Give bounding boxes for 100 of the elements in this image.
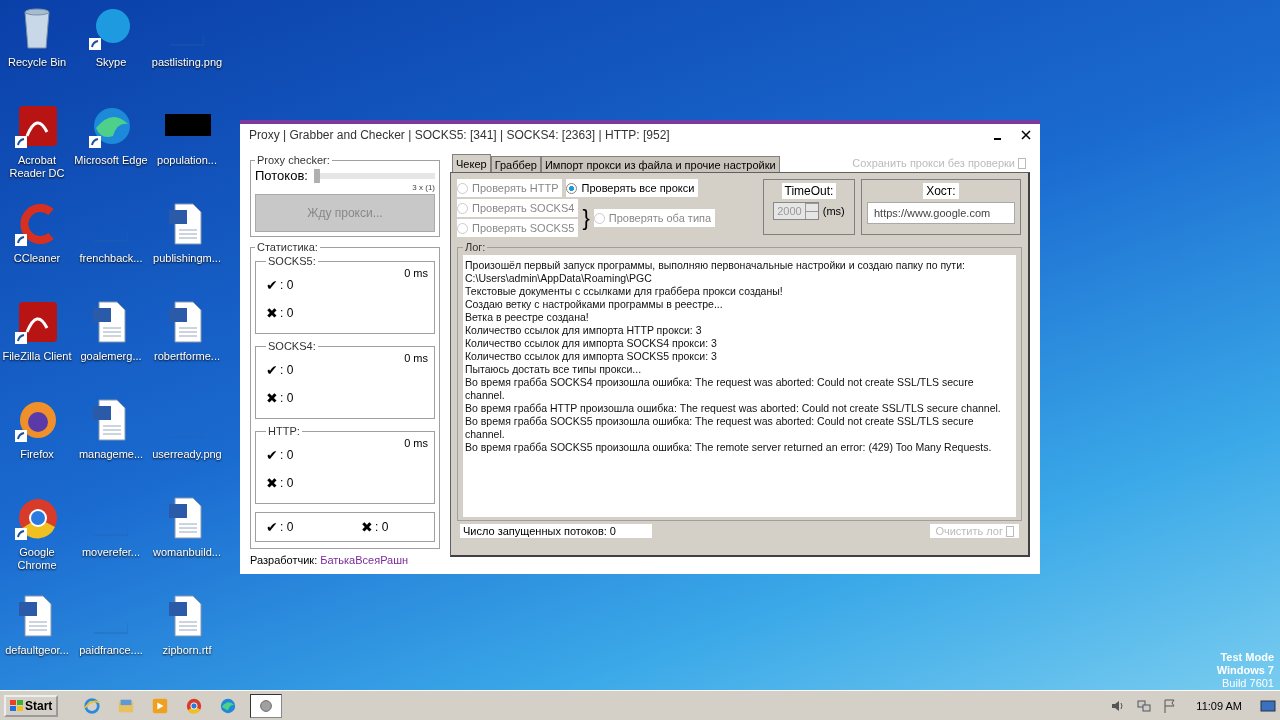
desktop-icon[interactable]: population... [148, 102, 226, 200]
desktop-icon[interactable]: zipborn.rtf [148, 592, 226, 690]
desktop-icon[interactable]: robertforme... [148, 298, 226, 396]
show-desktop-icon[interactable] [1260, 697, 1276, 714]
tab[interactable]: Чекер [452, 154, 491, 172]
log-line: Во время грабба SOCKS5 произошла ошибка: The request was aborted: Could not create SSL/TLS secure channel. [465, 415, 975, 441]
radio-option[interactable]: Проверять все прокси [566, 179, 699, 197]
window-title: Proxy | Grabber and Checker | SOCKS5: [341] | SOCKS4: [2363] | HTTP: [952] [249, 128, 671, 142]
check-mark: ✔ [266, 519, 278, 535]
developer-label: Разработчик: [250, 554, 318, 566]
app-icon [151, 696, 170, 715]
ok-count: : 0 [280, 448, 294, 462]
icon-label: userready.png [152, 448, 222, 461]
desktop-icon[interactable]: frenchback... [74, 200, 148, 298]
start-button[interactable]: Start [4, 694, 59, 717]
taskbar-app[interactable] [250, 693, 283, 718]
ms-reading: 0 ms [404, 267, 428, 279]
desktop-icon[interactable]: defaultgeor... [0, 592, 74, 690]
group-label: SOCKS4: [267, 340, 317, 352]
os-watermark-text: Windows 7 [1216, 664, 1274, 677]
icon-label: paidfrance.... [79, 644, 143, 657]
ok-count: : 0 [280, 278, 294, 292]
desktop-icon[interactable]: Firefox [0, 396, 74, 494]
icon-label: Firefox [20, 448, 54, 461]
os-watermark-text: Test Mode [1220, 651, 1274, 664]
cross-mark: ✖ [266, 390, 278, 406]
icon-label: Microsoft Edge [74, 154, 148, 167]
tab[interactable]: Граббер [490, 156, 541, 172]
windows-logo-icon [10, 700, 23, 711]
desktop-icon[interactable]: pastlisting.png [148, 4, 226, 102]
timeout-label: TimeOut: [781, 183, 837, 199]
desktop-icon[interactable]: manageme... [74, 396, 148, 494]
log-line: Произошёл первый запуск программы, выполняю первоначальные настройки и создаю папку по пути: C:\Users\admin\AppData\Roaming\PGC [465, 259, 966, 285]
fail-count: : 0 [280, 391, 294, 405]
log-line: Количество ссылок для импорта SOCKS5 прокси: 3 [465, 350, 718, 363]
log-line: Создаю ветку с настройками программы в реестре... [465, 298, 724, 311]
log-line: Ветка в реестре создана! [465, 311, 590, 324]
icon-label: Google Chrome [16, 546, 58, 572]
desktop-icon[interactable]: Microsoft Edge [74, 102, 148, 200]
desktop-icon[interactable]: paidfrance.... [74, 592, 148, 690]
host-field[interactable]: https://www.google.com [867, 202, 1015, 224]
desktop-icon[interactable]: Acrobat Reader DC [0, 102, 74, 200]
check-mark: ✔ [266, 277, 278, 293]
host-label: Хост: [923, 183, 959, 199]
check-mark: ✔ [266, 362, 278, 378]
slider-reading: 3 x (1) [411, 183, 435, 192]
icon-label: zipborn.rtf [162, 644, 212, 657]
desktop-icon[interactable]: moverefer... [74, 494, 148, 592]
clock[interactable]: 11:09 AM [1196, 699, 1242, 712]
icon-label: population... [157, 154, 217, 167]
desktop-icon[interactable]: Recycle Bin [0, 4, 74, 102]
desktop-icon[interactable]: Skype [74, 4, 148, 102]
group-label: Лог: [464, 241, 487, 253]
group-label: Proxy checker: [256, 154, 331, 166]
log-line: Количество ссылок для импорта HTTP прокси: 3 [465, 324, 703, 337]
icon-label: moverefer... [81, 546, 141, 559]
group-label: Статистика: [256, 241, 319, 253]
thread-count: Число запущенных потоков: 0 [460, 524, 652, 538]
app-icon [219, 696, 238, 715]
log-line: Пытаюсь достать все типы прокси... [465, 363, 643, 376]
icon-label: publishingm... [153, 252, 221, 265]
log-line: Во время грабба SOCKS4 произошла ошибка: The request was aborted: Could not create SSL/TLS secure channel. [465, 376, 975, 402]
unit-label: (ms) [822, 205, 845, 217]
tab[interactable]: Импорт прокси из файла и прочие настройки [540, 156, 780, 172]
icon-label: robertforme... [154, 350, 220, 363]
desktop-icon[interactable]: goalemerg... [74, 298, 148, 396]
desktop-icon[interactable]: CCleaner [0, 200, 74, 298]
log-line: Текстовые документы с ссылками для граббера прокси созданы! [465, 285, 784, 298]
group-label: HTTP: [267, 425, 301, 437]
icon-label: defaultgeor... [5, 644, 69, 657]
desktop-icon[interactable]: userready.png [148, 396, 226, 494]
icon-label: Recycle Bin [7, 56, 67, 69]
log-line: Количество ссылок для импорта SOCKS4 прокси: 3 [465, 337, 718, 350]
slider-thumb[interactable] [313, 168, 320, 183]
os-watermark-text: Build 7601 [1222, 677, 1274, 690]
developer-link[interactable]: БатькаВсеяРашн [320, 554, 409, 566]
desktop-icon[interactable]: Google Chrome [0, 494, 74, 592]
icon-label: frenchback... [79, 252, 143, 265]
app-icon [83, 696, 102, 715]
ms-reading: 0 ms [404, 437, 428, 449]
cross-mark: ✖ [266, 475, 278, 491]
log-line: Во время грабба HTTP произошла ошибка: The request was aborted: Could not create SSL/TLS secure channel. [465, 402, 1002, 415]
icon-label: Acrobat Reader DC [8, 154, 66, 180]
fail-count: : 0 [375, 520, 389, 534]
fail-count: : 0 [280, 476, 294, 490]
ok-count: : 0 [280, 520, 294, 534]
desktop-icon[interactable]: womanbuild... [148, 494, 226, 592]
close-icon[interactable] [1020, 129, 1032, 141]
desktop-icon[interactable]: FileZilla Client [0, 298, 74, 396]
ms-reading: 0 ms [404, 352, 428, 364]
icon-label: goalemerg... [80, 350, 142, 363]
icon-label: manageme... [78, 448, 144, 461]
threads-label: Потоков: [255, 168, 308, 183]
fail-count: : 0 [280, 306, 294, 320]
check-mark: ✔ [266, 447, 278, 463]
network-icon[interactable] [1136, 697, 1153, 714]
icon-label: womanbuild... [153, 546, 221, 559]
desktop-icon[interactable]: publishingm... [148, 200, 226, 298]
ok-count: : 0 [280, 363, 294, 377]
icon-label: FileZilla Client [2, 350, 72, 363]
